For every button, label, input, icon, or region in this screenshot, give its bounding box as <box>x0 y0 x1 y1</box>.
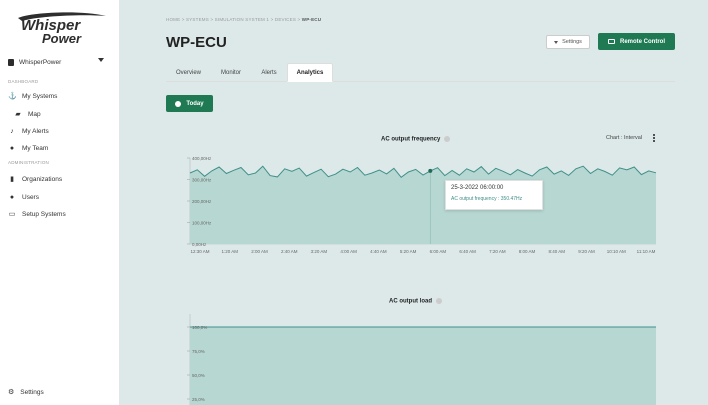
x-tick-label: 6:00 AM <box>430 249 447 254</box>
series-area <box>190 166 656 244</box>
sidebar-item-label: Setup Systems <box>22 210 66 218</box>
highlight-point <box>428 168 433 173</box>
sidebar-item-label: My Alerts <box>22 127 49 135</box>
y-tick-label: 400,00Hz <box>192 156 212 161</box>
section-administration: ADMINISTRATION <box>8 160 49 165</box>
y-tick-label: 300,00Hz <box>192 178 212 183</box>
tab-label: Alerts <box>261 69 277 76</box>
sidebar-item-map[interactable]: ▰ Map <box>14 109 41 119</box>
chart-title-load: AC output load <box>389 298 442 305</box>
y-tick-label: 75,0% <box>192 349 205 354</box>
y-tick-label: 0,00Hz <box>192 242 207 247</box>
breadcrumb: HOME > SYSTEMS > SIMULATION SYSTEM 1 > D… <box>166 17 321 22</box>
ship-icon: ⚓ <box>8 93 17 100</box>
x-tick-label: 7:20 AM <box>489 249 506 254</box>
map-icon: ▰ <box>15 111 21 118</box>
monitor-icon <box>608 39 615 44</box>
y-tick-label: 100,0% <box>192 325 207 330</box>
tab-label: Overview <box>175 69 201 76</box>
logo-word-2: Power <box>42 31 82 46</box>
today-label: Today <box>186 100 204 107</box>
breadcrumb-path[interactable]: HOME > SYSTEMS > SIMULATION SYSTEM 1 > D… <box>166 17 302 22</box>
info-icon[interactable] <box>436 298 442 304</box>
more-options-icon[interactable] <box>653 134 656 143</box>
sidebar-settings-label: Settings <box>20 388 44 396</box>
y-tick-label: 200,00Hz <box>192 199 212 204</box>
x-tick-label: 8:40 AM <box>549 249 566 254</box>
breadcrumb-current: WP-ECU <box>301 17 322 22</box>
remote-control-label: Remote Control <box>620 38 665 45</box>
load-chart[interactable]: 100,0% 75,0% 50,0% 25,0% <box>166 314 666 405</box>
device-tabs: Overview Monitor Alerts Analytics <box>166 63 675 82</box>
tooltip-time: 25-3-2022 06:00:00 <box>451 185 504 191</box>
x-tick-label: 12:30 AM <box>190 249 209 254</box>
tab-label: Analytics <box>296 69 324 76</box>
chart-title-text: AC output frequency <box>381 136 441 143</box>
y-tick-label: 50,0% <box>192 373 205 378</box>
settings-button-label: Settings <box>562 39 582 45</box>
section-dashboard: DASHBOARD <box>8 79 39 84</box>
x-tick-label: 2:40 AM <box>281 249 298 254</box>
series-area <box>190 327 656 405</box>
tab-analytics[interactable]: Analytics <box>287 63 333 82</box>
tooltip-value: AC output frequency : 350.47Hz <box>451 196 523 202</box>
sidebar-item-my-team[interactable]: ● My Team <box>8 143 48 153</box>
x-tick-label: 8:00 AM <box>519 249 536 254</box>
remote-control-button[interactable]: Remote Control <box>598 33 675 50</box>
x-tick-label: 1:20 AM <box>221 249 238 254</box>
sidebar-item-label: Organizations <box>22 175 63 183</box>
tab-alerts[interactable]: Alerts <box>251 63 287 82</box>
info-icon[interactable] <box>444 136 451 142</box>
x-tick-label: 5:20 AM <box>400 249 417 254</box>
organization-select[interactable]: WhisperPower <box>8 55 112 69</box>
x-tick-label: 9:20 AM <box>578 249 595 254</box>
settings-dropdown-button[interactable]: Settings <box>546 35 590 49</box>
team-icon: ● <box>9 144 15 152</box>
sidebar-settings[interactable]: ⚙ Settings <box>8 388 44 397</box>
gear-icon: ⚙ <box>8 389 15 396</box>
today-button[interactable]: Today <box>166 95 213 112</box>
sidebar-item-label: My Team <box>22 144 49 152</box>
y-tick-label: 25,0% <box>192 397 205 402</box>
x-tick-label: 4:00 AM <box>340 249 357 254</box>
x-tick-label: 11:10 AM <box>637 249 656 254</box>
sidebar-item-label: Users <box>22 193 39 201</box>
chart-title-frequency: AC output frequency <box>381 136 451 143</box>
x-tick-label: 4:40 AM <box>370 249 387 254</box>
sidebar-item-label: My Systems <box>22 92 58 100</box>
bell-icon: ♪ <box>10 127 14 135</box>
x-tick-label: 2:00 AM <box>251 249 268 254</box>
setup-icon: ▭ <box>8 211 16 218</box>
x-tick-label: 3:20 AM <box>311 249 328 254</box>
users-icon: ● <box>9 193 15 201</box>
clock-icon <box>175 100 182 107</box>
whisperpower-logo[interactable]: Whisper Power <box>12 10 110 48</box>
chart-tooltip: 25-3-2022 06:00:00 AC output frequency :… <box>445 180 543 210</box>
chevron-down-icon <box>98 58 104 62</box>
sidebar-item-label: Map <box>28 110 41 118</box>
sidebar-item-my-alerts[interactable]: ♪ My Alerts <box>8 126 49 136</box>
x-tick-label: 10:10 AM <box>607 249 626 254</box>
sidebar-item-setup-systems[interactable]: ▭ Setup Systems <box>8 209 66 219</box>
tab-overview[interactable]: Overview <box>166 63 211 82</box>
frequency-chart[interactable]: 400,00Hz 300,00Hz 200,00Hz 100,00Hz 0,00Hz 12… <box>166 150 666 262</box>
page-title: WP-ECU <box>166 34 227 51</box>
sidebar-item-users[interactable]: ● Users <box>8 192 39 202</box>
organization-select-value: WhisperPower <box>19 58 62 66</box>
tab-monitor[interactable]: Monitor <box>211 63 251 82</box>
sidebar: Whisper Power WhisperPower DASHBOARD ⚓ M… <box>0 0 120 405</box>
x-tick-label: 6:40 AM <box>459 249 476 254</box>
chart-title-text: AC output load <box>389 298 432 305</box>
y-tick-label: 100,00Hz <box>192 221 212 226</box>
chart-type-label[interactable]: Chart : Interval <box>606 135 642 141</box>
building-icon <box>8 58 14 66</box>
caret-down-icon <box>554 40 559 44</box>
tab-label: Monitor <box>220 69 241 76</box>
sidebar-item-my-systems[interactable]: ⚓ My Systems <box>8 91 57 101</box>
sidebar-item-organizations[interactable]: ▮ Organizations <box>8 174 62 184</box>
building-icon: ▮ <box>10 176 14 183</box>
